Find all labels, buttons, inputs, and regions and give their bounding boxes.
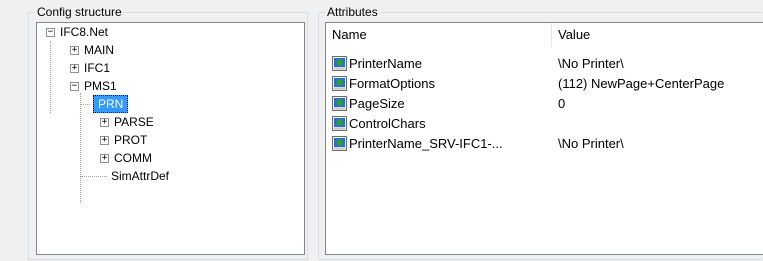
tree-node-pms1[interactable]: − PMS1 [70, 77, 119, 95]
column-header-value[interactable]: Value [552, 23, 763, 47]
config-tree[interactable]: − IFC8.Net + MAIN + IFC1 − PMS1 PRN + PA… [36, 22, 305, 255]
attribute-value: 0 [558, 96, 566, 111]
tree-node-label-selected[interactable]: PRN [93, 95, 129, 113]
attribute-value: \No Printer\ [558, 56, 624, 71]
list-row[interactable]: PageSize 0 [326, 94, 763, 114]
tree-node-prn[interactable]: PRN [81, 95, 129, 113]
attribute-name: ControlChars [349, 116, 426, 131]
expand-icon[interactable]: + [70, 45, 79, 55]
tree-node-parse[interactable]: + PARSE [100, 113, 156, 131]
attributes-group: Attributes Name Value PrinterName \No Pr… [318, 5, 763, 260]
tree-node-label[interactable]: IFC8.Net [58, 23, 110, 41]
tree-node-label[interactable]: SimAttrDef [109, 167, 171, 185]
tree-guide-line [50, 41, 51, 113]
tree-node-comm[interactable]: + COMM [100, 149, 154, 167]
tree-node-main[interactable]: + MAIN [70, 41, 116, 59]
tree-node-label[interactable]: MAIN [82, 41, 116, 59]
list-row[interactable]: PrinterName_SRV-IFC1-... \No Printer\ [326, 134, 763, 154]
attribute-name: FormatOptions [349, 76, 435, 91]
attribute-icon [332, 116, 347, 131]
attribute-name: PageSize [349, 96, 405, 111]
attributes-title: Attributes [325, 5, 380, 19]
attribute-value: \No Printer\ [558, 136, 624, 151]
attribute-icon [332, 56, 347, 71]
list-row[interactable]: PrinterName \No Printer\ [326, 54, 763, 74]
config-structure-title: Config structure [35, 5, 124, 19]
tree-node-simattrdef[interactable]: SimAttrDef [81, 167, 171, 185]
expand-icon[interactable]: + [100, 135, 109, 145]
collapse-icon[interactable]: − [70, 81, 79, 91]
tree-connector [81, 103, 90, 105]
attributes-list[interactable]: Name Value PrinterName \No Printer\ Form… [325, 22, 763, 255]
attribute-icon [332, 96, 347, 111]
config-structure-group: Config structure − IFC8.Net + MAIN + IFC… [28, 5, 308, 260]
tree-node-label[interactable]: PMS1 [82, 77, 119, 95]
column-header-name[interactable]: Name [326, 23, 552, 47]
expand-icon[interactable]: + [70, 63, 79, 73]
attribute-value: (112) NewPage+CenterPage [558, 76, 725, 91]
tree-node-label[interactable]: IFC1 [82, 59, 112, 77]
tree-node-label[interactable]: PARSE [112, 113, 156, 131]
tree-node-ifc8net[interactable]: − IFC8.Net [46, 23, 110, 41]
tree-node-ifc1[interactable]: + IFC1 [70, 59, 112, 77]
list-row[interactable]: ControlChars [326, 114, 763, 134]
list-row[interactable]: FormatOptions (112) NewPage+CenterPage [326, 74, 763, 94]
attribute-name: PrinterName_SRV-IFC1-... [349, 136, 503, 151]
tree-connector [81, 175, 107, 177]
attribute-icon [332, 76, 347, 91]
tree-node-label[interactable]: COMM [112, 149, 154, 167]
attribute-name: PrinterName [349, 56, 422, 71]
tree-node-label[interactable]: PROT [112, 131, 149, 149]
tree-node-prot[interactable]: + PROT [100, 131, 149, 149]
attribute-icon [332, 136, 347, 151]
expand-icon[interactable]: + [100, 153, 109, 163]
expand-icon[interactable]: + [100, 117, 109, 127]
collapse-icon[interactable]: − [46, 27, 55, 37]
list-header: Name Value [326, 23, 763, 47]
